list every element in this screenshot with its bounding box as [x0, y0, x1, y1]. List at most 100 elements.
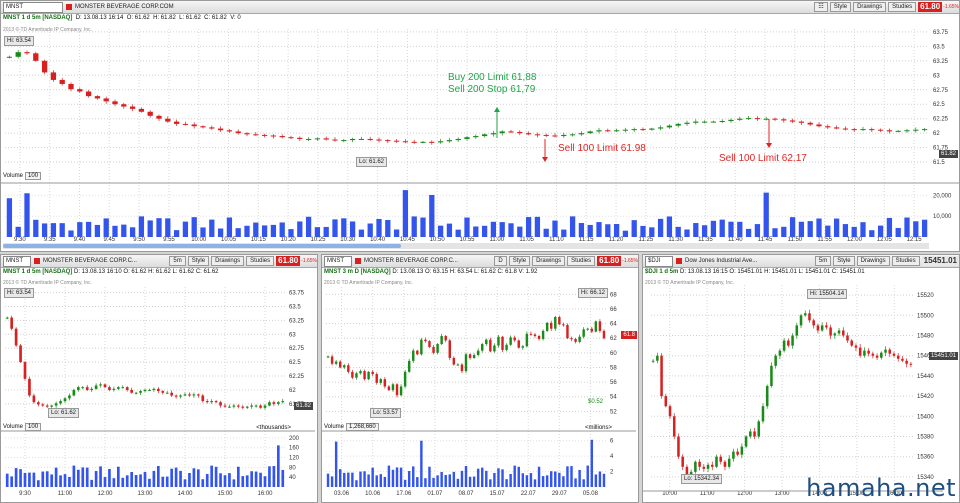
- volume-bar: [537, 466, 541, 487]
- candle-body: [851, 129, 857, 131]
- candle-body: [130, 389, 133, 393]
- candle-body: [622, 129, 629, 131]
- candle-body: [420, 339, 423, 355]
- volume-bar: [570, 466, 573, 487]
- volume-bar: [81, 467, 85, 487]
- candle-body: [666, 125, 673, 128]
- candle-body: [117, 387, 120, 389]
- candle-body: [259, 405, 262, 408]
- volume-bar: [237, 466, 240, 487]
- volume-bar: [429, 194, 435, 237]
- candle-body: [41, 404, 45, 406]
- volume-bar: [182, 221, 189, 237]
- volume-bar: [24, 193, 30, 237]
- candle-body: [464, 137, 470, 139]
- volume-bar: [587, 224, 593, 237]
- volume-bar: [367, 223, 373, 237]
- volume-bar: [334, 441, 338, 487]
- candle-body: [554, 316, 557, 329]
- intraday-price-chart[interactable]: 61.756262.2562.562.756363.2563.563.759:3…: [1, 255, 317, 502]
- volume-bar: [489, 479, 492, 487]
- current-price-tag: 61.82: [938, 150, 958, 158]
- candle-body: [367, 138, 373, 140]
- candle-body: [125, 387, 129, 390]
- candle-body: [781, 119, 787, 121]
- main-price-chart[interactable]: 61.561.756262.2562.562.756363.2563.563.7…: [1, 1, 959, 251]
- volume-bar: [701, 225, 708, 237]
- candle-body: [460, 364, 464, 372]
- daily-chart-panel: MNST MONSTER BEVERAGE CORP.C... D Style …: [321, 254, 639, 503]
- volume-bar: [226, 217, 233, 237]
- volume-bar: [277, 445, 280, 487]
- volume-bar: [594, 474, 598, 487]
- main-scrollbar[interactable]: [3, 243, 929, 249]
- volume-bar: [468, 476, 472, 487]
- volume-bar: [28, 472, 31, 487]
- candle-body: [877, 129, 884, 131]
- y-tick-label: 15480: [917, 334, 934, 340]
- candle-body: [411, 141, 417, 143]
- high-label: Hi: 63.54: [4, 36, 35, 46]
- candle-body: [263, 405, 267, 408]
- volume-bar: [517, 226, 523, 237]
- volume-bar: [359, 471, 362, 487]
- x-tick-label: 03.06: [334, 491, 350, 497]
- dji-price-chart[interactable]: 1534015360153801540015420154401546015480…: [643, 255, 959, 502]
- volume-bar: [228, 473, 231, 487]
- volume-bar: [452, 471, 456, 487]
- candle-body: [170, 392, 173, 396]
- candle-body: [50, 72, 57, 80]
- volume-bar: [272, 466, 276, 487]
- volume-bar: [14, 468, 18, 487]
- volume-bar: [640, 225, 646, 237]
- candle-body: [649, 128, 655, 130]
- candle-body: [349, 138, 356, 141]
- y-tick-label: 15380: [917, 435, 934, 441]
- candle-body: [201, 395, 205, 402]
- volume-label: Volume 100: [3, 423, 42, 431]
- volume-bar: [288, 229, 294, 237]
- candle-body: [749, 431, 752, 437]
- candle-body: [363, 371, 366, 380]
- candle-body: [837, 330, 841, 334]
- volume-bar: [499, 222, 505, 237]
- candle-body: [209, 127, 215, 129]
- volume-bar: [895, 227, 901, 237]
- candle-body: [254, 405, 258, 407]
- volume-bar: [446, 223, 453, 237]
- candle-body: [68, 395, 71, 399]
- y-tick-label: 63.75: [289, 291, 305, 297]
- volume-bar: [440, 471, 443, 487]
- scroll-thumb[interactable]: [3, 244, 402, 248]
- candle-body: [693, 121, 699, 123]
- candle-body: [825, 325, 828, 328]
- volume-bar: [323, 226, 329, 237]
- volume-bar: [117, 466, 120, 487]
- candle-body: [905, 360, 908, 364]
- volume-bar: [860, 222, 866, 237]
- candle-body: [367, 371, 370, 380]
- volume-bar: [521, 473, 525, 487]
- volume-bar: [428, 466, 431, 487]
- volume-bar: [598, 471, 602, 487]
- volume-bar: [693, 223, 699, 237]
- y-tick-label: 63.5: [933, 44, 945, 50]
- candle-body: [54, 403, 58, 406]
- candle-body: [533, 334, 537, 337]
- candle-body: [420, 141, 426, 143]
- volume-bar: [254, 471, 258, 487]
- y-tick-label: 15520: [917, 293, 934, 299]
- volume-bar: [33, 219, 39, 237]
- y-tick-label: 63.25: [933, 59, 949, 65]
- volume-bar: [543, 228, 549, 237]
- volume-bar: [485, 470, 488, 487]
- candle-body: [525, 333, 529, 347]
- candle-body: [94, 385, 98, 389]
- candle-body: [867, 350, 870, 354]
- volume-bar: [45, 471, 49, 487]
- volume-bar: [509, 473, 512, 487]
- candle-body: [347, 365, 350, 372]
- candle-body: [842, 128, 849, 130]
- volume-bar: [464, 465, 468, 487]
- volume-bar: [235, 228, 241, 237]
